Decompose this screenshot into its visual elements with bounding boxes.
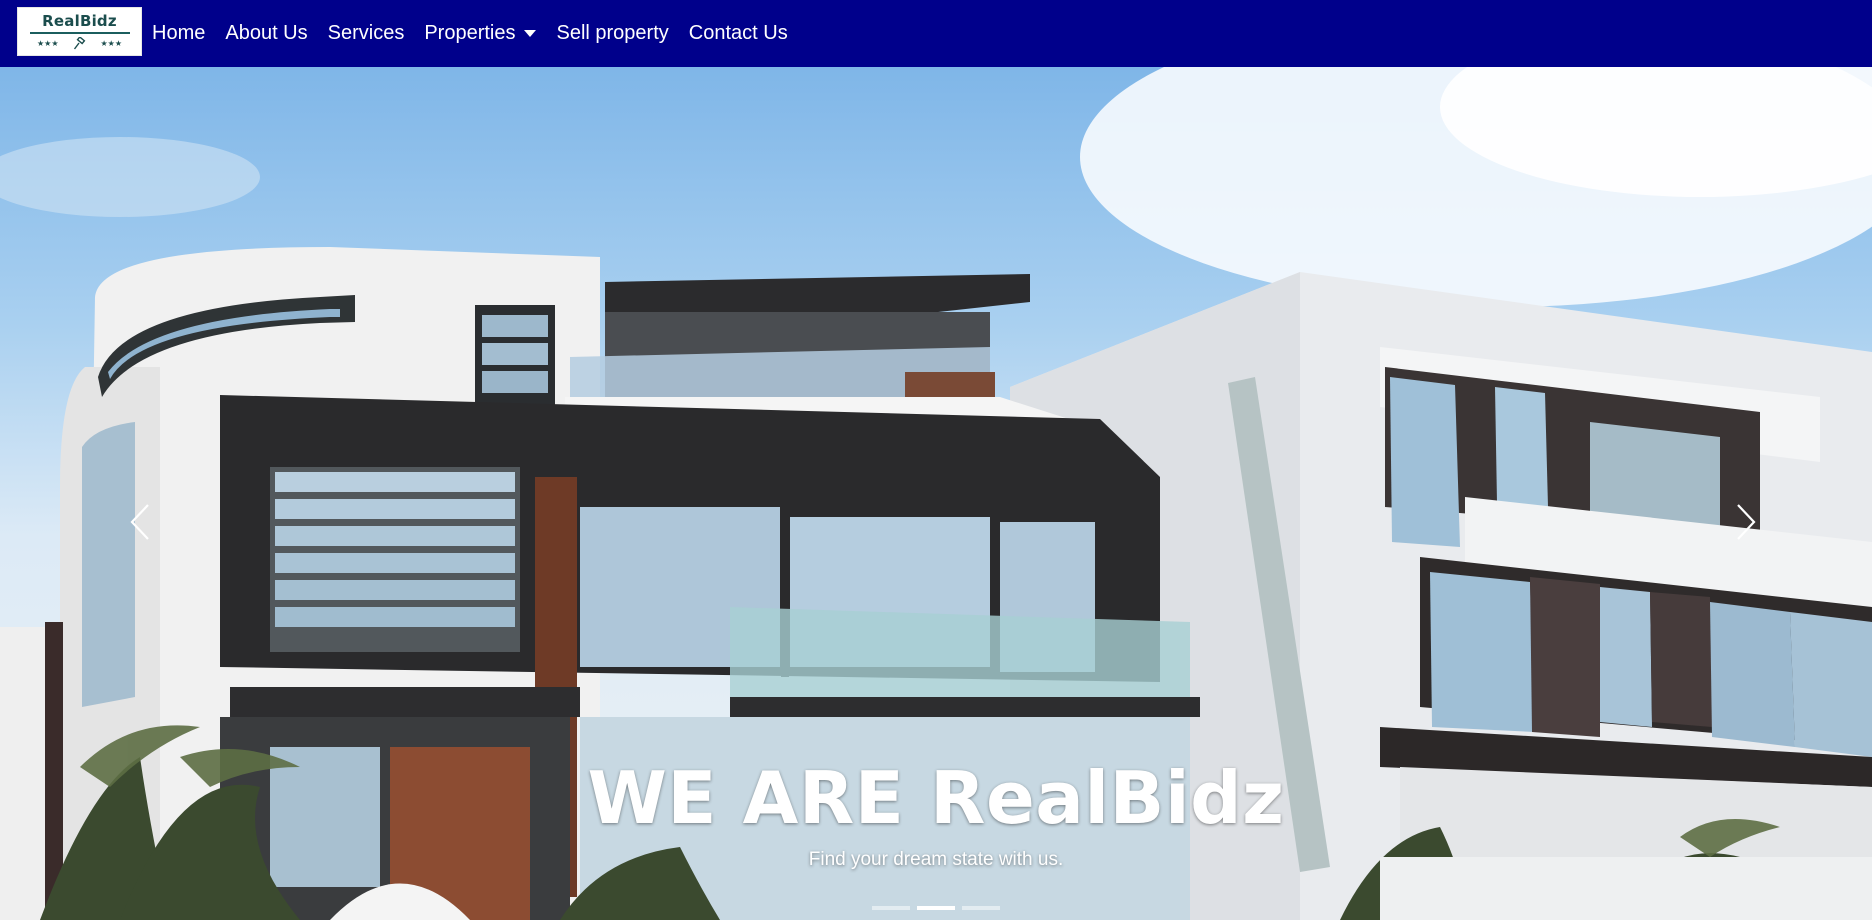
carousel-next-button[interactable] <box>1716 477 1776 567</box>
nav-contact-us[interactable]: Contact Us <box>689 22 788 45</box>
brand-name: RealBidz <box>42 11 117 30</box>
logo-stars-right: ★★★ <box>100 38 123 48</box>
carousel-indicator-2[interactable] <box>917 906 955 910</box>
caret-down-icon <box>524 30 537 37</box>
carousel-indicators <box>0 906 1872 910</box>
hero-title: WE ARE RealBidz <box>587 756 1285 840</box>
chevron-left-icon <box>130 504 149 540</box>
gavel-icon <box>73 36 87 51</box>
nav-links: Home About Us Services Properties Sell p… <box>152 0 808 67</box>
logo-divider <box>29 31 130 34</box>
nav-properties-label: Properties <box>424 22 516 44</box>
nav-about-us[interactable]: About Us <box>225 22 307 45</box>
hero-subtitle: Find your dream state with us. <box>808 849 1064 870</box>
carousel-prev-button[interactable] <box>110 477 170 567</box>
navbar: RealBidz ★★★ ★★★ Home About Us Services … <box>0 0 1872 67</box>
carousel-indicator-3[interactable] <box>962 906 1000 910</box>
brand-logo[interactable]: RealBidz ★★★ ★★★ <box>17 7 142 56</box>
nav-services[interactable]: Services <box>328 22 405 45</box>
nav-home[interactable]: Home <box>152 22 205 45</box>
logo-stars-left: ★★★ <box>36 38 59 48</box>
nav-properties-dropdown[interactable]: Properties <box>424 22 537 45</box>
logo-stars: ★★★ ★★★ <box>36 36 123 51</box>
chevron-right-icon <box>1737 504 1756 540</box>
carousel-indicator-1[interactable] <box>872 906 910 910</box>
nav-sell-property[interactable]: Sell property <box>556 22 668 45</box>
